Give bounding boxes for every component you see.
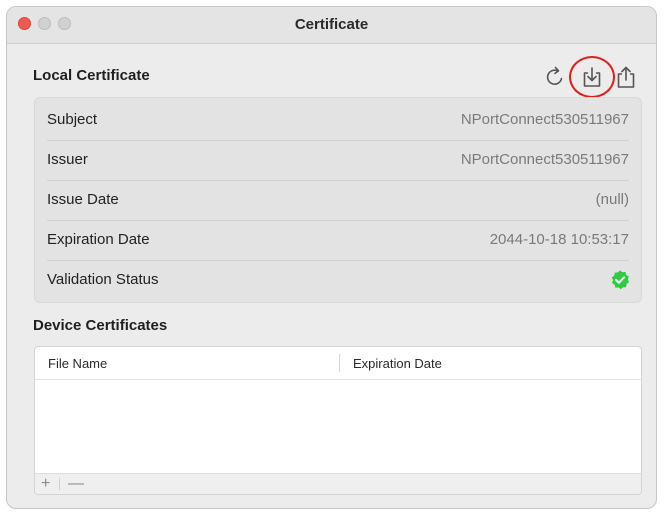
expiration-date-column-header[interactable]: Expiration Date: [353, 356, 442, 371]
window-title: Certificate: [294, 16, 369, 33]
validation-status-row: Validation Status: [47, 260, 630, 300]
subject-row: Subject NPortConnect530511967: [47, 100, 629, 141]
issue-date-label: Issue Date: [47, 191, 119, 208]
title-bar: Certificate: [7, 7, 656, 44]
issue-date-value: (null): [595, 191, 629, 208]
refresh-icon[interactable]: [543, 65, 567, 89]
issuer-label: Issuer: [47, 151, 88, 168]
column-divider[interactable]: [339, 354, 340, 372]
local-certificate-heading: Local Certificate: [33, 67, 150, 84]
subject-label: Subject: [47, 111, 98, 128]
issuer-row: Issuer NPortConnect530511967: [47, 140, 629, 181]
file-name-column-header[interactable]: File Name: [48, 356, 107, 371]
download-icon[interactable]: [580, 65, 604, 89]
table-footer: + —: [35, 473, 641, 494]
share-icon[interactable]: [614, 65, 638, 89]
green-check-badge-icon: [611, 270, 630, 290]
issue-date-row: Issue Date (null): [47, 180, 629, 221]
expiration-date-value: 2044-10-18 10:53:17: [489, 231, 629, 248]
certificate-window: Certificate Local Certificate Subject NP…: [6, 6, 657, 509]
device-certificates-heading: Device Certificates: [33, 317, 168, 334]
local-certificate-panel: Subject NPortConnect530511967 Issuer NPo…: [34, 97, 642, 303]
expiration-date-row: Expiration Date 2044-10-18 10:53:17: [47, 220, 629, 261]
footer-divider: [59, 478, 60, 490]
expiration-date-label: Expiration Date: [47, 231, 150, 248]
issuer-value: NPortConnect530511967: [460, 151, 629, 168]
remove-certificate-button[interactable]: —: [68, 475, 84, 493]
add-certificate-button[interactable]: +: [41, 475, 50, 493]
subject-value: NPortConnect530511967: [460, 111, 629, 128]
validation-status-label: Validation Status: [47, 271, 159, 288]
device-certificates-table: File Name Expiration Date + —: [34, 346, 642, 495]
table-header: File Name Expiration Date: [35, 347, 641, 380]
